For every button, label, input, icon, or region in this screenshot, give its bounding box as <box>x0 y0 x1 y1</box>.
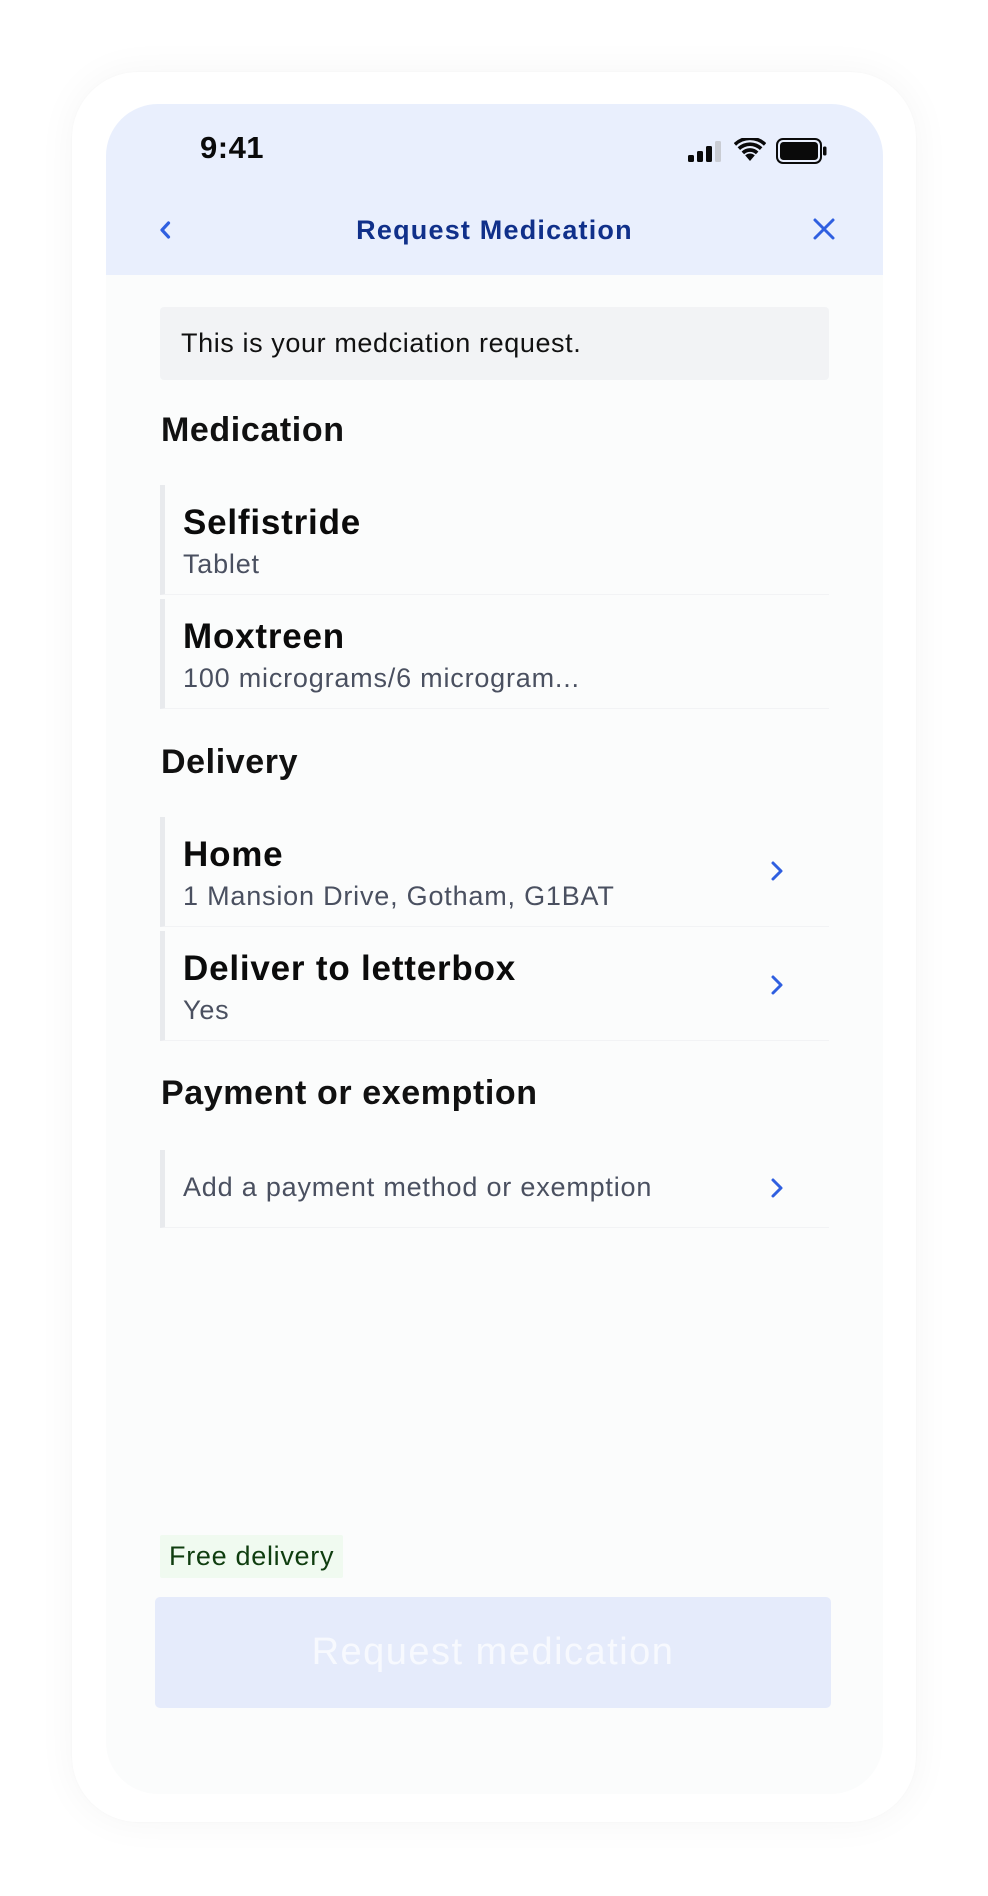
chevron-right-icon <box>771 975 783 995</box>
medication-name: Selfistride <box>183 503 362 542</box>
chevron-right-icon <box>771 861 783 881</box>
request-medication-button[interactable]: Request medication <box>155 1597 831 1708</box>
letterbox-value: Yes <box>183 995 230 1025</box>
medication-item: Moxtreen 100 micrograms/6 microgram... <box>160 599 829 709</box>
status-icons <box>688 138 828 166</box>
app-screen: 9:41 Request Medication This is your med… <box>106 104 883 1794</box>
signal-icon <box>688 141 721 162</box>
chevron-right-icon <box>771 1178 783 1198</box>
letterbox-label: Deliver to letterbox <box>183 949 517 988</box>
letterbox-row[interactable]: Deliver to letterbox Yes <box>160 931 829 1041</box>
battery-icon <box>776 138 827 164</box>
delivery-address: 1 Mansion Drive, Gotham, G1BAT <box>183 881 615 911</box>
close-button[interactable] <box>809 214 839 244</box>
payment-heading: Payment or exemption <box>161 1074 538 1112</box>
add-payment-row[interactable]: Add a payment method or exemption <box>160 1150 829 1228</box>
wifi-icon <box>734 138 766 161</box>
medication-dosage: 100 micrograms/6 microgram... <box>183 663 580 693</box>
free-delivery-badge: Free delivery <box>160 1535 344 1578</box>
delivery-method: Home <box>183 835 284 874</box>
page-title: Request Medication <box>356 215 633 245</box>
delivery-address-row[interactable]: Home 1 Mansion Drive, Gotham, G1BAT <box>160 817 829 927</box>
medication-form: Tablet <box>183 549 260 579</box>
medication-name: Moxtreen <box>183 617 345 656</box>
medication-item: Selfistride Tablet <box>160 485 829 595</box>
close-icon <box>813 218 835 240</box>
info-banner: This is your medciation request. <box>160 307 829 380</box>
add-payment-label: Add a payment method or exemption <box>183 1172 653 1202</box>
status-time: 9:41 <box>200 130 265 165</box>
app-header: 9:41 Request Medication <box>106 104 883 275</box>
medication-heading: Medication <box>161 411 345 449</box>
delivery-heading: Delivery <box>161 743 299 781</box>
